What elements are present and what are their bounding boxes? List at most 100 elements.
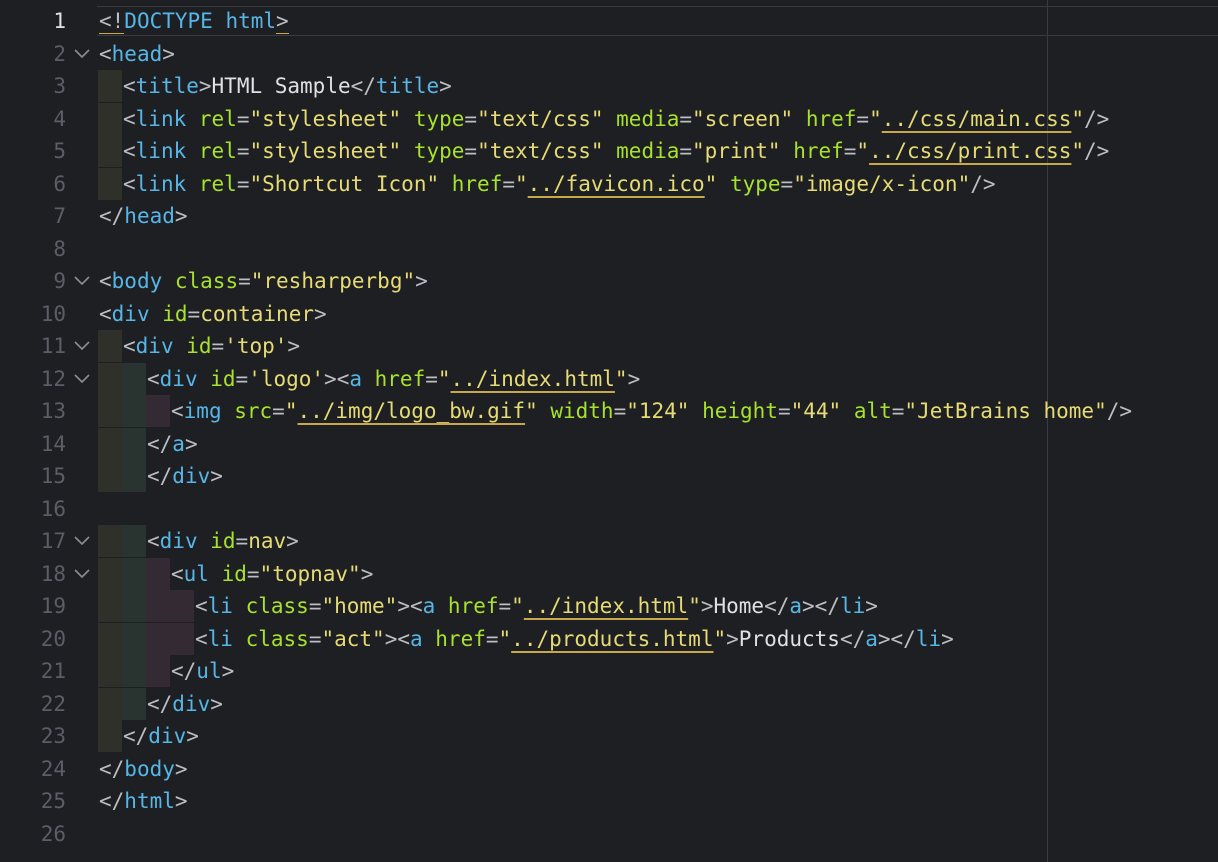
chevron-down-icon[interactable] — [73, 535, 91, 547]
code-text[interactable]: <div id=container> — [99, 298, 327, 330]
code-text[interactable]: <div id='top'> — [123, 330, 300, 362]
code-line[interactable]: 1 <!DOCTYPE html> — [0, 5, 1218, 37]
code-line[interactable]: 7 </head> — [0, 200, 1218, 232]
code-line[interactable]: 12 <div id='logo'><a href="../index.html"… — [0, 362, 1218, 395]
chevron-down-icon[interactable] — [73, 568, 91, 580]
code-line[interactable]: 22 </div> — [0, 687, 1218, 720]
code-token: > — [162, 41, 175, 66]
code-line[interactable]: 5 <link rel="stylesheet" type="text/css" … — [0, 135, 1218, 167]
chevron-down-icon[interactable] — [73, 48, 91, 60]
code-token: "Shortcut Icon" — [249, 171, 452, 196]
code-text[interactable]: <head> — [99, 38, 175, 70]
indent-guide — [98, 167, 122, 200]
code-line[interactable]: 2 <head> — [0, 38, 1218, 70]
code-token: = — [464, 106, 478, 131]
indent-guide — [122, 525, 146, 557]
code-line[interactable]: 11 <div id='top'> — [0, 330, 1218, 362]
code-token: = — [272, 399, 285, 423]
code-line[interactable]: 26 — [0, 818, 1218, 850]
code-text[interactable]: <li class="home"><a href="../index.html"… — [195, 590, 878, 622]
code-token: = — [780, 171, 794, 196]
code-line[interactable]: 10 <div id=container> — [0, 298, 1218, 330]
indent-guide — [122, 557, 146, 590]
code-line[interactable]: 9 <body class="resharperbg"> — [0, 265, 1218, 297]
code-line[interactable]: 19 <li class="home"><a href="../index.htm… — [0, 590, 1218, 622]
code-text[interactable]: <title>HTML Sample</title> — [123, 70, 452, 102]
code-text[interactable]: <img src="../img/logo_bw.gif" width="124… — [171, 395, 1132, 427]
code-text[interactable]: </div> — [147, 688, 223, 720]
code-text[interactable]: <ul id="topnav"> — [171, 558, 373, 590]
indent-guide — [122, 460, 146, 492]
code-line[interactable]: 20 <li class="act"><a href="../products.h… — [0, 622, 1218, 655]
code-token: > — [210, 691, 223, 716]
code-token: body — [111, 269, 175, 293]
code-token: " — [688, 594, 701, 618]
code-line[interactable]: 3 <title>HTML Sample</title> — [0, 70, 1218, 102]
code-text[interactable]: <body class="resharperbg"> — [99, 265, 428, 297]
chevron-down-icon[interactable] — [73, 373, 91, 385]
code-text[interactable]: <div id='logo'><a href="../index.html"> — [147, 363, 640, 395]
code-text[interactable]: </div> — [147, 460, 223, 492]
code-token: ></ — [802, 594, 840, 618]
code-token: = — [187, 301, 201, 326]
code-token: > — [439, 74, 452, 98]
code-line[interactable]: 8 — [0, 233, 1218, 265]
code-text[interactable]: <div id=nav> — [147, 525, 299, 557]
code-token: = — [856, 106, 870, 131]
code-line[interactable]: 21 </ul> — [0, 655, 1218, 687]
chevron-down-icon[interactable] — [73, 275, 91, 287]
code-token: " — [713, 626, 727, 651]
code-token: a — [172, 431, 185, 456]
code-line[interactable]: 14 </a> — [0, 427, 1218, 460]
code-token: type — [413, 139, 465, 163]
code-token: href — [374, 366, 426, 391]
code-line[interactable]: 25 </html> — [0, 785, 1218, 817]
code-token: rel — [198, 106, 237, 131]
code-token: ../index.html — [523, 594, 689, 618]
code-token: media — [616, 106, 680, 131]
code-token: HTML Sample — [211, 74, 351, 98]
code-line[interactable]: 4 <link rel="stylesheet" type="text/css" … — [0, 102, 1218, 135]
code-text[interactable]: </a> — [147, 428, 198, 460]
code-line[interactable]: 18 <ul id="topnav"> — [0, 557, 1218, 590]
code-text[interactable]: </ul> — [171, 655, 234, 687]
code-token: Home — [713, 594, 765, 618]
code-token: /> — [1084, 139, 1110, 163]
code-line[interactable]: 23 </div> — [0, 720, 1218, 752]
code-text[interactable]: </div> — [123, 720, 199, 752]
chevron-down-icon[interactable] — [73, 340, 91, 352]
code-text[interactable]: <!DOCTYPE html> — [99, 5, 289, 37]
line-number: 5 — [53, 139, 66, 163]
code-token: = — [425, 366, 438, 391]
code-token: >< — [384, 626, 410, 651]
code-line[interactable]: 15 </div> — [0, 460, 1218, 492]
code-line[interactable]: 6 <link rel="Shortcut Icon" href="../favi… — [0, 167, 1218, 200]
code-token: href — [447, 594, 499, 618]
code-token: </ — [147, 691, 173, 716]
code-token: " — [614, 366, 628, 391]
code-text[interactable]: <link rel="Shortcut Icon" href="../favic… — [123, 168, 996, 200]
code-text[interactable]: <link rel="stylesheet" type="text/css" m… — [123, 103, 1109, 135]
code-token: > — [865, 594, 878, 618]
code-token: "44" — [790, 399, 854, 423]
code-line[interactable]: 17 <div id=nav> — [0, 525, 1218, 557]
code-token: = — [679, 139, 693, 163]
code-text[interactable]: </html> — [99, 785, 188, 817]
code-token: id — [162, 301, 188, 326]
code-line[interactable]: 13 <img src="../img/logo_bw.gif" width="1… — [0, 395, 1218, 427]
code-line[interactable]: 16 — [0, 493, 1218, 525]
code-token: /> — [1084, 106, 1110, 131]
code-line[interactable]: 24 </body> — [0, 753, 1218, 785]
code-text[interactable]: </head> — [99, 200, 188, 232]
code-token: = — [308, 626, 322, 651]
line-number: 14 — [40, 431, 66, 456]
code-token: class — [245, 594, 309, 618]
code-text[interactable]: <link rel="stylesheet" type="text/css" m… — [123, 135, 1109, 167]
code-text[interactable]: <li class="act"><a href="../products.htm… — [195, 623, 954, 655]
code-text[interactable]: </body> — [99, 753, 188, 785]
code-token: > — [700, 594, 714, 618]
line-number: 2 — [53, 41, 66, 66]
line-number: 22 — [40, 691, 66, 716]
code-editor[interactable]: 1 <!DOCTYPE html> 2 <head> 3 <title>HTML Samp… — [0, 0, 1218, 862]
code-token: li — [207, 626, 246, 651]
